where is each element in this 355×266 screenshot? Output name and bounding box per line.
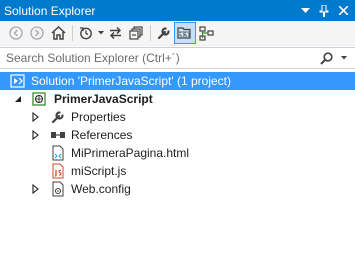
show-all-files-icon[interactable]	[174, 22, 196, 44]
pin-icon[interactable]	[317, 4, 331, 18]
sync-icon[interactable]	[105, 23, 125, 43]
tree-row-web-config[interactable]: Web.config	[0, 180, 355, 198]
collapse-all-icon[interactable]	[126, 23, 146, 43]
title-bar: Solution Explorer	[0, 0, 355, 21]
tree-item-label: Properties	[71, 110, 126, 124]
collapsed-arrow-icon[interactable]	[30, 130, 40, 140]
js-file-icon	[50, 163, 66, 179]
tree-item-label: MiPrimeraPagina.html	[71, 146, 190, 160]
wrench-icon	[50, 109, 66, 125]
tree-row-references[interactable]: References	[0, 126, 355, 144]
web-project-icon	[31, 91, 47, 107]
html-file-icon	[50, 145, 66, 161]
collapsed-arrow-icon[interactable]	[30, 112, 40, 122]
tree-row-solution[interactable]: Solution 'PrimerJavaScript' (1 project)	[0, 72, 355, 90]
search-input[interactable]	[6, 51, 315, 65]
project-label: PrimerJavaScript	[54, 92, 153, 106]
tree-row-project[interactable]: PrimerJavaScript	[0, 90, 355, 108]
solution-icon	[10, 73, 26, 89]
home-icon[interactable]	[48, 23, 68, 43]
tree-row-js-file[interactable]: miScript.js	[0, 162, 355, 180]
expanded-arrow-icon[interactable]	[13, 94, 23, 104]
tree-item-label: Web.config	[71, 182, 131, 196]
forward-icon[interactable]	[27, 23, 47, 43]
tree-item-label: miScript.js	[71, 164, 127, 178]
tree-row-properties[interactable]: Properties	[0, 108, 355, 126]
toolbar-separator	[150, 25, 151, 41]
solution-label: Solution 'PrimerJavaScript' (1 project)	[31, 74, 231, 88]
dropdown-icon[interactable]	[298, 4, 312, 18]
view-class-diagram-icon[interactable]	[196, 23, 216, 43]
toolbar	[0, 21, 355, 46]
back-icon[interactable]	[6, 23, 26, 43]
tree-item-label: References	[71, 128, 133, 142]
search-icon[interactable]	[315, 51, 337, 65]
search-box	[0, 47, 355, 69]
config-file-icon	[50, 181, 66, 197]
toolbar-separator	[72, 25, 73, 41]
properties-wrench-icon[interactable]	[154, 23, 174, 43]
search-options-chevron-icon[interactable]	[337, 56, 351, 60]
window-title: Solution Explorer	[4, 3, 96, 18]
chevron-down-icon[interactable]	[97, 23, 105, 43]
pending-changes-icon[interactable]	[76, 23, 96, 43]
close-icon[interactable]	[336, 4, 350, 18]
solution-tree: Solution 'PrimerJavaScript' (1 project) …	[0, 72, 355, 198]
collapsed-arrow-icon[interactable]	[30, 184, 40, 194]
references-icon	[50, 127, 66, 143]
tree-row-html-file[interactable]: MiPrimeraPagina.html	[0, 144, 355, 162]
